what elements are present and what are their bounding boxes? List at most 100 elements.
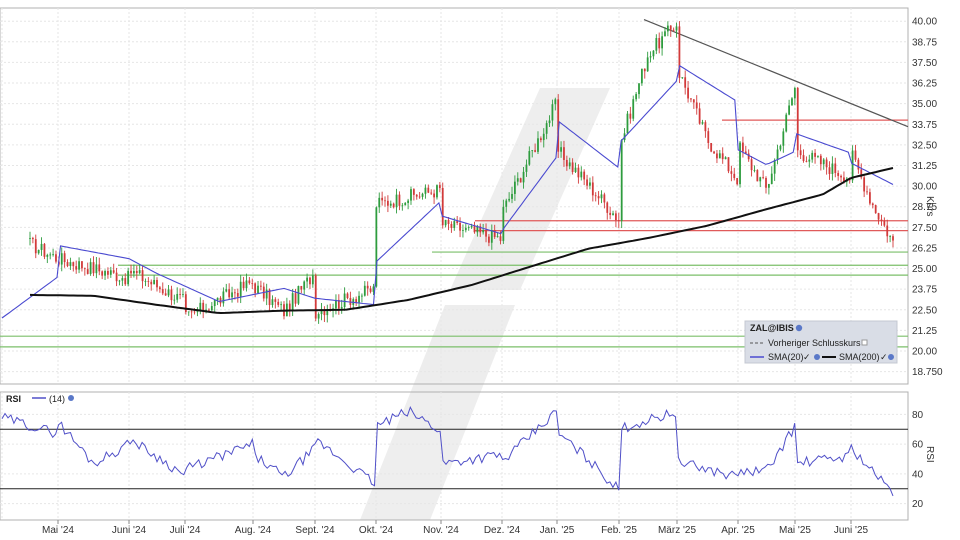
candle-body xyxy=(496,236,499,238)
price-tick-label: 31.25 xyxy=(912,161,937,172)
price-tick-label: 36.25 xyxy=(912,79,937,90)
legend-label-sma20: SMA(20) xyxy=(768,352,804,362)
candle-body xyxy=(176,293,179,300)
candle-body xyxy=(138,270,141,274)
candle-body xyxy=(317,314,320,319)
candle-body xyxy=(482,230,485,233)
candle-body xyxy=(156,279,158,288)
candle-body xyxy=(127,270,130,285)
candle-body xyxy=(701,122,704,124)
candle-body xyxy=(851,150,854,181)
info-icon[interactable] xyxy=(795,324,803,332)
candle-body xyxy=(415,194,418,197)
candle-body xyxy=(690,98,692,100)
candle-body xyxy=(565,159,568,167)
candle-body xyxy=(86,269,89,274)
candle-body xyxy=(66,262,69,267)
candle-body xyxy=(805,160,808,162)
candle-body xyxy=(594,195,597,197)
candle-body xyxy=(153,279,156,285)
candle-body xyxy=(551,104,554,121)
candle-body xyxy=(649,56,652,58)
legend-check-sma200-icon[interactable]: ✓ xyxy=(880,352,888,362)
y-axis-label-kurs: Kurs xyxy=(924,196,935,217)
candle-body xyxy=(534,150,537,152)
price-tick-label: 23.75 xyxy=(912,285,937,296)
price-tick-label: 33.75 xyxy=(912,120,937,131)
candle-body xyxy=(817,155,819,157)
candle-body xyxy=(747,153,750,160)
candle-body xyxy=(161,289,164,294)
candle-body xyxy=(519,178,522,183)
candle-body xyxy=(392,203,395,208)
candle-body xyxy=(254,283,257,294)
candle-body xyxy=(228,289,231,298)
candle-body xyxy=(109,270,112,275)
candle-body xyxy=(652,50,655,57)
candle-body xyxy=(384,200,386,202)
price-tick-label: 22.50 xyxy=(912,305,937,316)
legend-checkbox-prev-close[interactable] xyxy=(861,339,868,346)
candle-body xyxy=(231,292,233,298)
candle-body xyxy=(43,243,46,257)
candle-body xyxy=(398,194,401,206)
candle-body xyxy=(869,192,871,204)
candle-body xyxy=(710,142,713,152)
candle-body xyxy=(713,151,715,154)
candle-body xyxy=(89,262,92,274)
candle-body xyxy=(121,278,124,281)
candle-body xyxy=(664,31,666,37)
candle-body xyxy=(548,120,551,124)
candle-body xyxy=(883,220,886,226)
candle-body xyxy=(773,160,776,174)
rsi-settings-icon[interactable] xyxy=(68,395,74,401)
y-axis-label-rsi: RSI xyxy=(924,446,935,463)
candle-body xyxy=(583,171,586,180)
candle-body xyxy=(78,261,80,270)
candle-body xyxy=(606,202,609,213)
candle-body xyxy=(260,285,262,287)
candle-body xyxy=(759,177,762,182)
candle-body xyxy=(880,219,883,221)
legend-settings-sma200-icon[interactable] xyxy=(888,354,894,360)
x-tick-label: Mai '25 xyxy=(779,525,811,536)
candle-body xyxy=(150,281,153,285)
candle-body xyxy=(101,271,104,276)
legend-settings-sma20-icon[interactable] xyxy=(814,354,820,360)
candle-body xyxy=(29,238,31,239)
candle-body xyxy=(363,285,366,296)
candle-body xyxy=(586,179,588,186)
candle-body xyxy=(407,200,410,203)
candle-body xyxy=(441,188,444,226)
candle-body xyxy=(505,200,508,207)
candle-body xyxy=(40,243,43,250)
candle-body xyxy=(779,145,782,150)
candle-body xyxy=(55,254,57,262)
candle-body xyxy=(239,281,242,297)
candle-body xyxy=(436,185,438,198)
candle-body xyxy=(268,289,271,306)
candle-body xyxy=(733,173,736,179)
candle-body xyxy=(265,289,268,299)
candle-body xyxy=(629,113,632,119)
price-tick-label: 21.25 xyxy=(912,326,937,337)
candle-body xyxy=(597,196,600,199)
x-tick-label: Juni '25 xyxy=(834,525,869,536)
candle-body xyxy=(37,249,40,254)
candle-body xyxy=(782,131,785,146)
candle-body xyxy=(698,108,701,124)
candle-body xyxy=(770,173,773,185)
legend-check-sma20-icon[interactable]: ✓ xyxy=(803,352,811,362)
candle-body xyxy=(655,38,658,51)
candle-body xyxy=(638,83,640,95)
legend-label-sma200: SMA(200) xyxy=(839,352,880,362)
candle-body xyxy=(208,309,210,311)
candle-body xyxy=(739,142,741,185)
candle-body xyxy=(311,275,314,285)
candle-body xyxy=(612,213,614,215)
candle-body xyxy=(300,286,303,290)
price-tick-label: 26.25 xyxy=(912,243,937,254)
candle-body xyxy=(340,307,343,309)
candle-body xyxy=(560,147,562,152)
price-tick-label: 37.50 xyxy=(912,58,937,69)
